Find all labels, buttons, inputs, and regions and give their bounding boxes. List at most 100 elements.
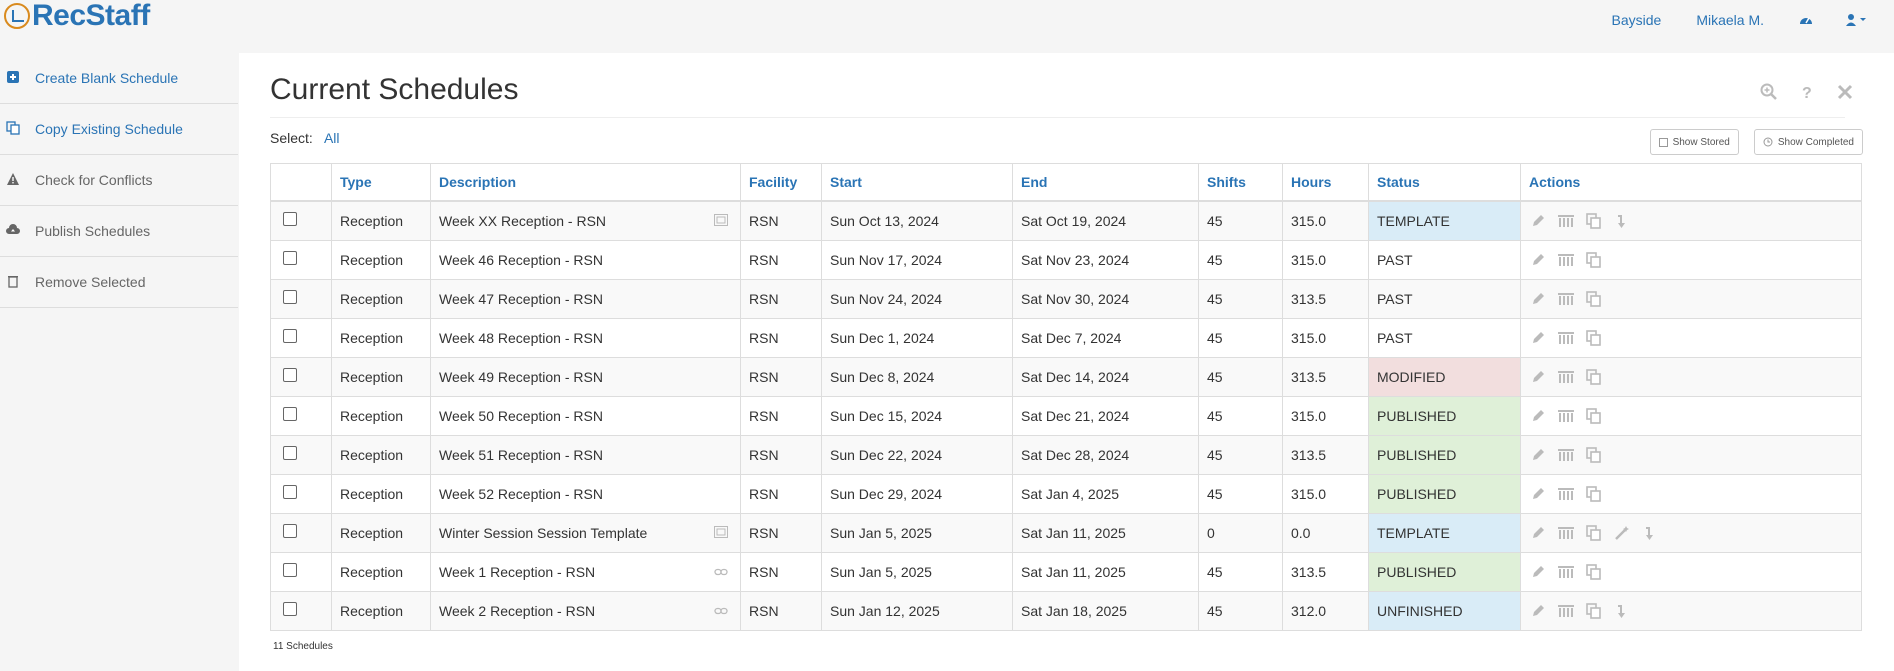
page-title: Current Schedules <box>270 73 519 106</box>
cell-facility: RSN <box>740 357 822 397</box>
header-start[interactable]: Start <box>821 163 1013 202</box>
copy-icon[interactable] <box>1585 251 1603 269</box>
show-completed-button[interactable]: Show Completed <box>1753 129 1863 155</box>
copy-icon[interactable] <box>1585 212 1603 230</box>
edit-icon[interactable] <box>1529 290 1547 308</box>
row-checkbox[interactable] <box>283 251 297 265</box>
row-checkbox[interactable] <box>283 446 297 460</box>
row-checkbox[interactable] <box>283 290 297 304</box>
view-icon[interactable] <box>1557 290 1575 308</box>
edit-icon[interactable] <box>1529 446 1547 464</box>
row-checkbox[interactable] <box>283 329 297 343</box>
table-row[interactable]: Reception Week 47 Reception - RSN RSN Su… <box>270 279 1862 319</box>
status-badge: PUBLISHED <box>1368 552 1521 592</box>
edit-icon[interactable] <box>1529 524 1547 542</box>
sidebar-item-publish[interactable]: Publish Schedules <box>0 206 238 257</box>
copy-icon[interactable] <box>1585 485 1603 503</box>
logo[interactable]: RecStaff <box>4 0 150 32</box>
header-type[interactable]: Type <box>331 163 431 202</box>
edit-icon[interactable] <box>1529 602 1547 620</box>
edit-icon[interactable] <box>1529 563 1547 581</box>
cell-facility: RSN <box>740 435 822 475</box>
cell-description: Week 50 Reception - RSN <box>430 396 741 436</box>
header-end[interactable]: End <box>1012 163 1199 202</box>
row-checkbox[interactable] <box>283 368 297 382</box>
download-icon[interactable] <box>1613 212 1631 230</box>
view-icon[interactable] <box>1557 407 1575 425</box>
copy-icon[interactable] <box>1585 446 1603 464</box>
table-row[interactable]: Reception Winter Session Session Templat… <box>270 513 1862 553</box>
view-icon[interactable] <box>1557 563 1575 581</box>
edit-icon[interactable] <box>1529 329 1547 347</box>
view-icon[interactable] <box>1557 329 1575 347</box>
view-icon[interactable] <box>1557 446 1575 464</box>
row-select <box>270 279 332 319</box>
table-row[interactable]: Reception Week XX Reception - RSN RSN Su… <box>270 200 1862 241</box>
row-checkbox[interactable] <box>283 407 297 421</box>
copy-icon[interactable] <box>1585 407 1603 425</box>
location-link[interactable]: Bayside <box>1612 12 1662 28</box>
zoom-icon[interactable] <box>1760 83 1778 104</box>
dashboard-icon[interactable] <box>1799 14 1813 26</box>
table-row[interactable]: Reception Week 2 Reception - RSN RSN Sun… <box>270 591 1862 631</box>
description-text: Week 1 Reception - RSN <box>439 564 596 580</box>
sidebar-item-copy-existing[interactable]: Copy Existing Schedule <box>0 104 238 155</box>
header-status[interactable]: Status <box>1368 163 1521 202</box>
cell-type: Reception <box>331 357 431 397</box>
header-hours[interactable]: Hours <box>1282 163 1369 202</box>
edit-icon[interactable] <box>1529 251 1547 269</box>
sidebar-item-remove-selected[interactable]: Remove Selected <box>0 257 238 308</box>
cell-description: Winter Session Session Template <box>430 513 741 553</box>
trash-icon <box>8 276 18 288</box>
table-row[interactable]: Reception Week 46 Reception - RSN RSN Su… <box>270 240 1862 280</box>
cell-facility: RSN <box>740 279 822 319</box>
show-stored-button[interactable]: Show Stored <box>1649 129 1739 155</box>
select-all-link[interactable]: All <box>324 130 340 146</box>
table-row[interactable]: Reception Week 1 Reception - RSN RSN Sun… <box>270 552 1862 592</box>
close-icon[interactable] <box>1836 83 1854 104</box>
header-shifts[interactable]: Shifts <box>1198 163 1283 202</box>
table-row[interactable]: Reception Week 51 Reception - RSN RSN Su… <box>270 435 1862 475</box>
user-menu-icon[interactable] <box>1846 14 1868 26</box>
view-icon[interactable] <box>1557 485 1575 503</box>
view-icon[interactable] <box>1557 524 1575 542</box>
view-icon[interactable] <box>1557 212 1575 230</box>
edit-icon[interactable] <box>1529 212 1547 230</box>
row-checkbox[interactable] <box>283 485 297 499</box>
user-name-link[interactable]: Mikaela M. <box>1696 12 1764 28</box>
copy-icon[interactable] <box>1585 329 1603 347</box>
view-icon[interactable] <box>1557 251 1575 269</box>
download-icon[interactable] <box>1641 524 1659 542</box>
table-row[interactable]: Reception Week 50 Reception - RSN RSN Su… <box>270 396 1862 436</box>
edit-icon[interactable] <box>1529 485 1547 503</box>
warning-icon <box>7 173 19 185</box>
row-select <box>270 318 332 358</box>
row-checkbox[interactable] <box>283 563 297 577</box>
download-icon[interactable] <box>1613 602 1631 620</box>
edit-icon[interactable] <box>1529 407 1547 425</box>
sidebar-item-create-blank[interactable]: Create Blank Schedule <box>0 53 238 104</box>
edit-icon[interactable] <box>1529 368 1547 386</box>
cell-start: Sun Oct 13, 2024 <box>821 200 1013 241</box>
row-actions <box>1529 212 1853 230</box>
copy-icon[interactable] <box>1585 290 1603 308</box>
view-icon[interactable] <box>1557 368 1575 386</box>
table-row[interactable]: Reception Week 48 Reception - RSN RSN Su… <box>270 318 1862 358</box>
view-icon[interactable] <box>1557 602 1575 620</box>
help-icon[interactable]: ? <box>1798 83 1816 104</box>
copy-icon[interactable] <box>1585 524 1603 542</box>
copy-icon[interactable] <box>1585 563 1603 581</box>
header-facility[interactable]: Facility <box>740 163 822 202</box>
header-description[interactable]: Description <box>430 163 741 202</box>
table-row[interactable]: Reception Week 49 Reception - RSN RSN Su… <box>270 357 1862 397</box>
row-checkbox[interactable] <box>283 524 297 538</box>
wand-icon[interactable] <box>1613 524 1631 542</box>
copy-icon[interactable] <box>1585 368 1603 386</box>
sidebar-item-check-conflicts[interactable]: Check for Conflicts <box>0 155 238 206</box>
table-row[interactable]: Reception Week 52 Reception - RSN RSN Su… <box>270 474 1862 514</box>
cell-facility: RSN <box>740 396 822 436</box>
row-checkbox[interactable] <box>283 212 297 226</box>
cell-actions <box>1520 318 1862 358</box>
copy-icon[interactable] <box>1585 602 1603 620</box>
row-checkbox[interactable] <box>283 602 297 616</box>
